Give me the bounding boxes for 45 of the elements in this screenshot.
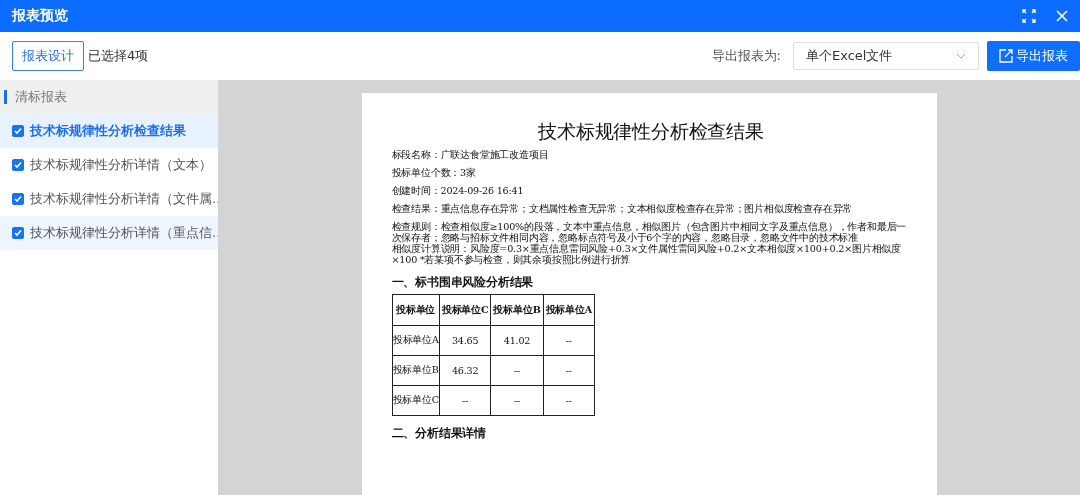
info-paragraph: 相似度计算说明：风险度=0.3×重点信息雷同风险+0.3×文件属性雷同风险+0.2×文本相似度×100+0.2×图片相似度×100 *若某项不参与检查，则其余项按照比例进行折算 bbox=[391, 243, 902, 265]
checkbox[interactable] bbox=[12, 193, 24, 205]
table-cell: -- bbox=[543, 355, 595, 386]
table-cell: -- bbox=[543, 385, 595, 416]
fullscreen-icon[interactable] bbox=[1022, 9, 1036, 23]
column-header: 投标单位A bbox=[543, 294, 595, 326]
table-cell: 投标单位B bbox=[392, 355, 440, 386]
chevron-down-icon bbox=[956, 53, 966, 59]
info-paragraph: 检查规则：检查相似度≥100%的段落，文本中重点信息，相似图片（包含图片中相同文字及重点信息），作者和最后一次保存者；忽略与招标文件相同内容，忽略标点符号及小于6个字的内容，忽略目录，忽略文件中的技术标准 bbox=[391, 221, 908, 243]
export-label: 导出报表为: bbox=[711, 47, 781, 65]
checkbox[interactable] bbox=[12, 125, 24, 137]
info-line: 创建时间：2024-09-26 16:41 bbox=[391, 185, 525, 197]
section-heading: 二、分析结果详情 bbox=[391, 426, 487, 441]
selection-count: 已选择4项 bbox=[88, 47, 150, 65]
close-icon[interactable] bbox=[1056, 10, 1068, 22]
group-title: 清标报表 bbox=[15, 88, 67, 106]
report-list-item[interactable]: 技术标规律性分析详情（文件属… bbox=[0, 182, 218, 216]
column-header: 投标单位C bbox=[439, 294, 491, 326]
report-list-item[interactable]: 技术标规律性分析详情（重点信… bbox=[0, 216, 218, 250]
group-marker bbox=[4, 90, 7, 104]
report-list-item[interactable]: 技术标规律性分析检查结果 bbox=[0, 114, 218, 148]
window-title: 报表预览 bbox=[12, 7, 69, 25]
table-cell: 41.02 bbox=[491, 325, 544, 356]
report-design-button[interactable]: 报表设计 bbox=[12, 41, 84, 71]
report-list-item[interactable]: 技术标规律性分析详情（文本） bbox=[0, 148, 218, 182]
table-cell: 34.65 bbox=[439, 325, 491, 356]
table-cell: -- bbox=[439, 385, 491, 416]
table-cell: -- bbox=[491, 355, 544, 386]
info-line: 标段名称：广联达食堂施工改造项目 bbox=[391, 149, 550, 161]
export-icon bbox=[999, 49, 1013, 63]
info-line: 检查结果：重点信息存在异常；文档属性检查无异常；文本相似度检查存在异常；图片相似度检查存在异常 bbox=[391, 203, 854, 215]
table-cell: -- bbox=[491, 385, 544, 416]
export-format-select[interactable]: 单个Excel文件 bbox=[793, 42, 979, 70]
checkbox[interactable] bbox=[12, 227, 24, 239]
section-heading: 一、标书围串风险分析结果 bbox=[391, 275, 535, 290]
export-report-button[interactable]: 导出报表 bbox=[987, 41, 1080, 71]
table-cell: 46.32 bbox=[439, 355, 491, 386]
table-cell: 投标单位C bbox=[392, 385, 440, 416]
column-header: 投标单位B bbox=[491, 294, 544, 326]
checkbox[interactable] bbox=[12, 159, 24, 171]
table-cell: -- bbox=[543, 325, 595, 356]
table-cell: 投标单位A bbox=[392, 325, 440, 356]
document-title: 技术标规律性分析检查结果 bbox=[537, 119, 765, 144]
column-header: 投标单位 bbox=[392, 294, 440, 326]
info-line: 投标单位个数：3家 bbox=[391, 167, 477, 179]
